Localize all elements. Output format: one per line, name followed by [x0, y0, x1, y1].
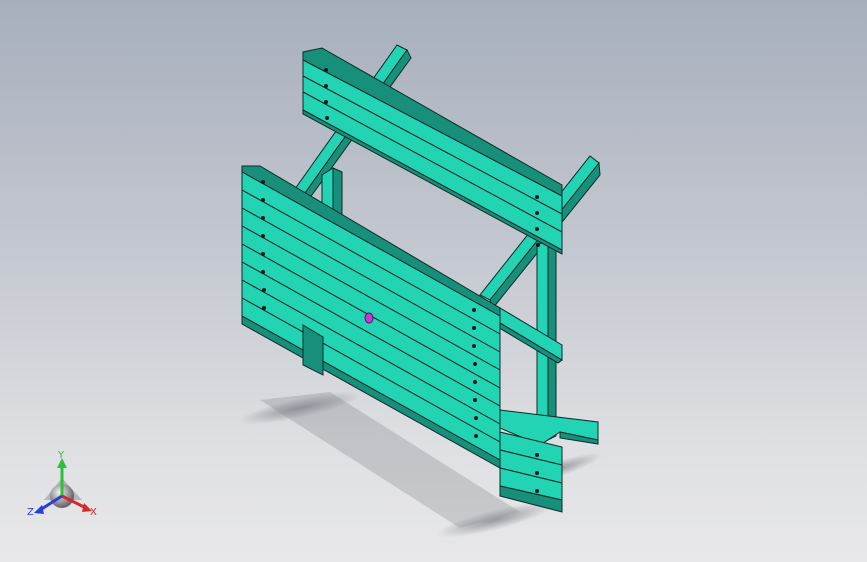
cad-viewport[interactable]: Y X Z [0, 0, 867, 562]
triad-y-label: Y [57, 450, 65, 461]
origin-marker[interactable] [364, 312, 374, 324]
triad-z-label: Z [27, 507, 34, 518]
model-scene[interactable]: Y X Z [0, 0, 867, 562]
bench-bottom[interactable] [499, 431, 563, 513]
triad-x-label: X [90, 507, 97, 518]
coordinate-triad[interactable]: Y X Z [27, 450, 97, 518]
